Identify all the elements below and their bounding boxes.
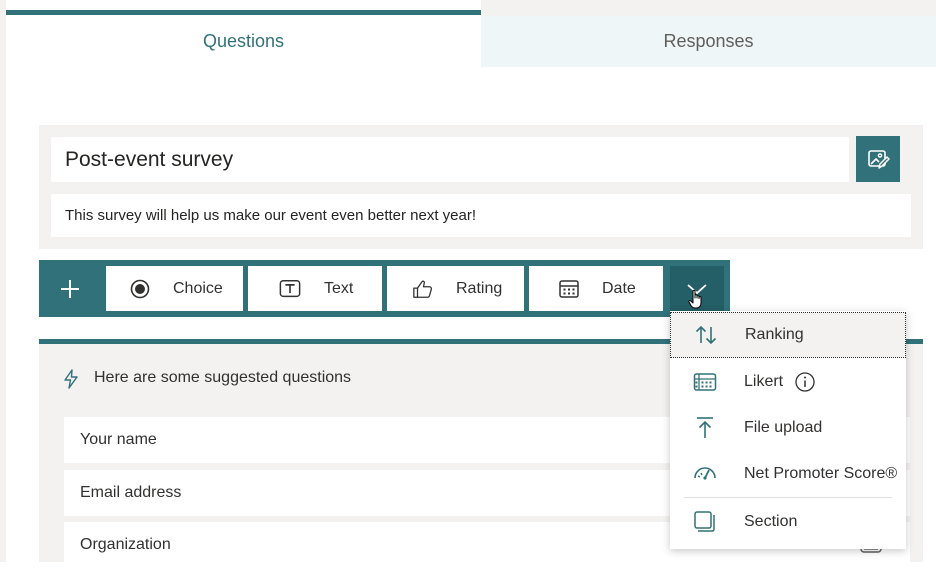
upload-icon — [692, 415, 718, 441]
date-label: Date — [602, 279, 636, 297]
menu-item-label: Section — [744, 513, 798, 530]
section-icon — [692, 509, 718, 535]
choice-label: Choice — [173, 279, 223, 297]
rating-button[interactable]: Rating — [387, 266, 524, 311]
menu-item-file-upload[interactable]: File upload — [670, 405, 906, 451]
form-description: This survey will help us make our event … — [65, 207, 477, 224]
gauge-icon — [692, 461, 718, 487]
menu-item-label: Net Promoter Score® — [744, 465, 898, 482]
menu-item-section[interactable]: Section — [670, 499, 906, 545]
menu-item-label: Ranking — [745, 326, 804, 343]
tab-responses-label: Responses — [663, 31, 754, 51]
text-label: Text — [324, 279, 354, 297]
grid-icon — [692, 369, 718, 395]
menu-item-ranking[interactable]: Ranking — [670, 312, 906, 358]
radio-icon — [129, 278, 151, 300]
menu-item-likert[interactable]: Likert — [670, 359, 906, 405]
date-button[interactable]: Date — [529, 266, 663, 311]
form-description-field[interactable]: This survey will help us make our event … — [51, 194, 911, 237]
tab-questions-label: Questions — [202, 30, 285, 51]
suggestions-title: Here are some suggested questions — [94, 369, 352, 386]
hand-cursor-icon — [688, 289, 702, 309]
lightning-icon — [64, 369, 78, 389]
tab-responses[interactable]: Responses — [481, 16, 936, 67]
insert-image-button[interactable] — [856, 136, 900, 182]
calendar-icon — [558, 278, 580, 300]
insert-image-icon — [868, 150, 890, 169]
info-icon[interactable] — [794, 371, 816, 393]
choice-button[interactable]: Choice — [106, 266, 243, 311]
suggested-question-label: Your name — [80, 431, 157, 448]
form-title-field[interactable]: Post-event survey — [51, 137, 849, 182]
plus-icon — [61, 279, 79, 298]
suggested-question-label: Organization — [80, 536, 171, 553]
left-strip — [0, 0, 6, 562]
text-button[interactable]: Text — [248, 266, 382, 311]
add-question-button[interactable] — [39, 260, 101, 317]
menu-item-label: Likert — [744, 373, 784, 390]
top-strip — [481, 0, 936, 16]
text-box-icon — [279, 278, 301, 300]
suggested-question-label: Email address — [80, 484, 182, 501]
thumbs-up-icon — [412, 278, 434, 300]
rating-label: Rating — [456, 279, 503, 297]
menu-item-net-promoter-score[interactable]: Net Promoter Score® — [670, 451, 906, 497]
tab-questions[interactable]: Questions — [6, 10, 481, 67]
menu-separator — [684, 497, 892, 498]
form-title: Post-event survey — [65, 147, 234, 171]
sort-arrows-icon — [693, 322, 719, 348]
menu-item-label: File upload — [744, 419, 823, 436]
